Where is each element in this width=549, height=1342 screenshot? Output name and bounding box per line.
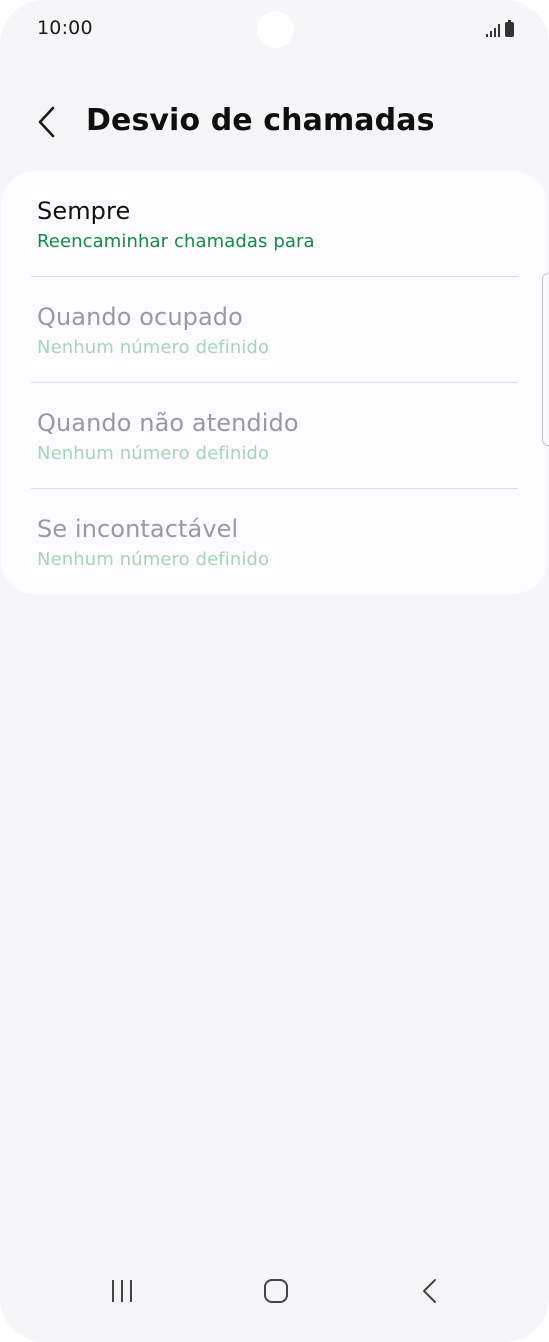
item-subtitle: Nenhum número definido xyxy=(37,443,270,464)
item-subtitle: Nenhum número definido xyxy=(37,549,270,570)
phone-screen: 10:00 Desvio de chamadas Sempre Reencami… xyxy=(0,0,549,1342)
item-title: Se incontactável xyxy=(37,515,239,543)
page-title: Desvio de chamadas xyxy=(86,103,435,138)
item-subtitle: Reencaminhar chamadas para xyxy=(37,231,315,252)
item-title: Quando ocupado xyxy=(37,303,243,331)
header: Desvio de chamadas xyxy=(0,90,549,154)
list-item-no-answer[interactable]: Quando não atendido Nenhum número defini… xyxy=(1,383,547,489)
scroll-handle[interactable] xyxy=(542,273,549,446)
navigation-bar xyxy=(0,1262,549,1342)
back-icon[interactable] xyxy=(400,1272,460,1312)
item-title: Sempre xyxy=(37,197,131,225)
battery-icon xyxy=(505,20,514,37)
call-forwarding-options-list: Sempre Reencaminhar chamadas para Quando… xyxy=(1,171,547,594)
status-time: 10:00 xyxy=(37,17,93,39)
status-bar: 10:00 xyxy=(0,0,549,58)
signal-icon xyxy=(486,23,500,37)
item-title: Quando não atendido xyxy=(37,409,299,437)
status-icons xyxy=(486,19,514,37)
list-item-unreachable[interactable]: Se incontactável Nenhum número definido xyxy=(1,489,547,595)
chevron-left-icon[interactable] xyxy=(31,104,63,140)
camera-cutout xyxy=(257,11,294,48)
home-icon[interactable] xyxy=(245,1272,305,1312)
list-item-when-busy[interactable]: Quando ocupado Nenhum número definido xyxy=(1,277,547,383)
list-item-always[interactable]: Sempre Reencaminhar chamadas para xyxy=(1,171,547,277)
item-subtitle: Nenhum número definido xyxy=(37,337,270,358)
recent-apps-icon[interactable] xyxy=(92,1272,152,1312)
